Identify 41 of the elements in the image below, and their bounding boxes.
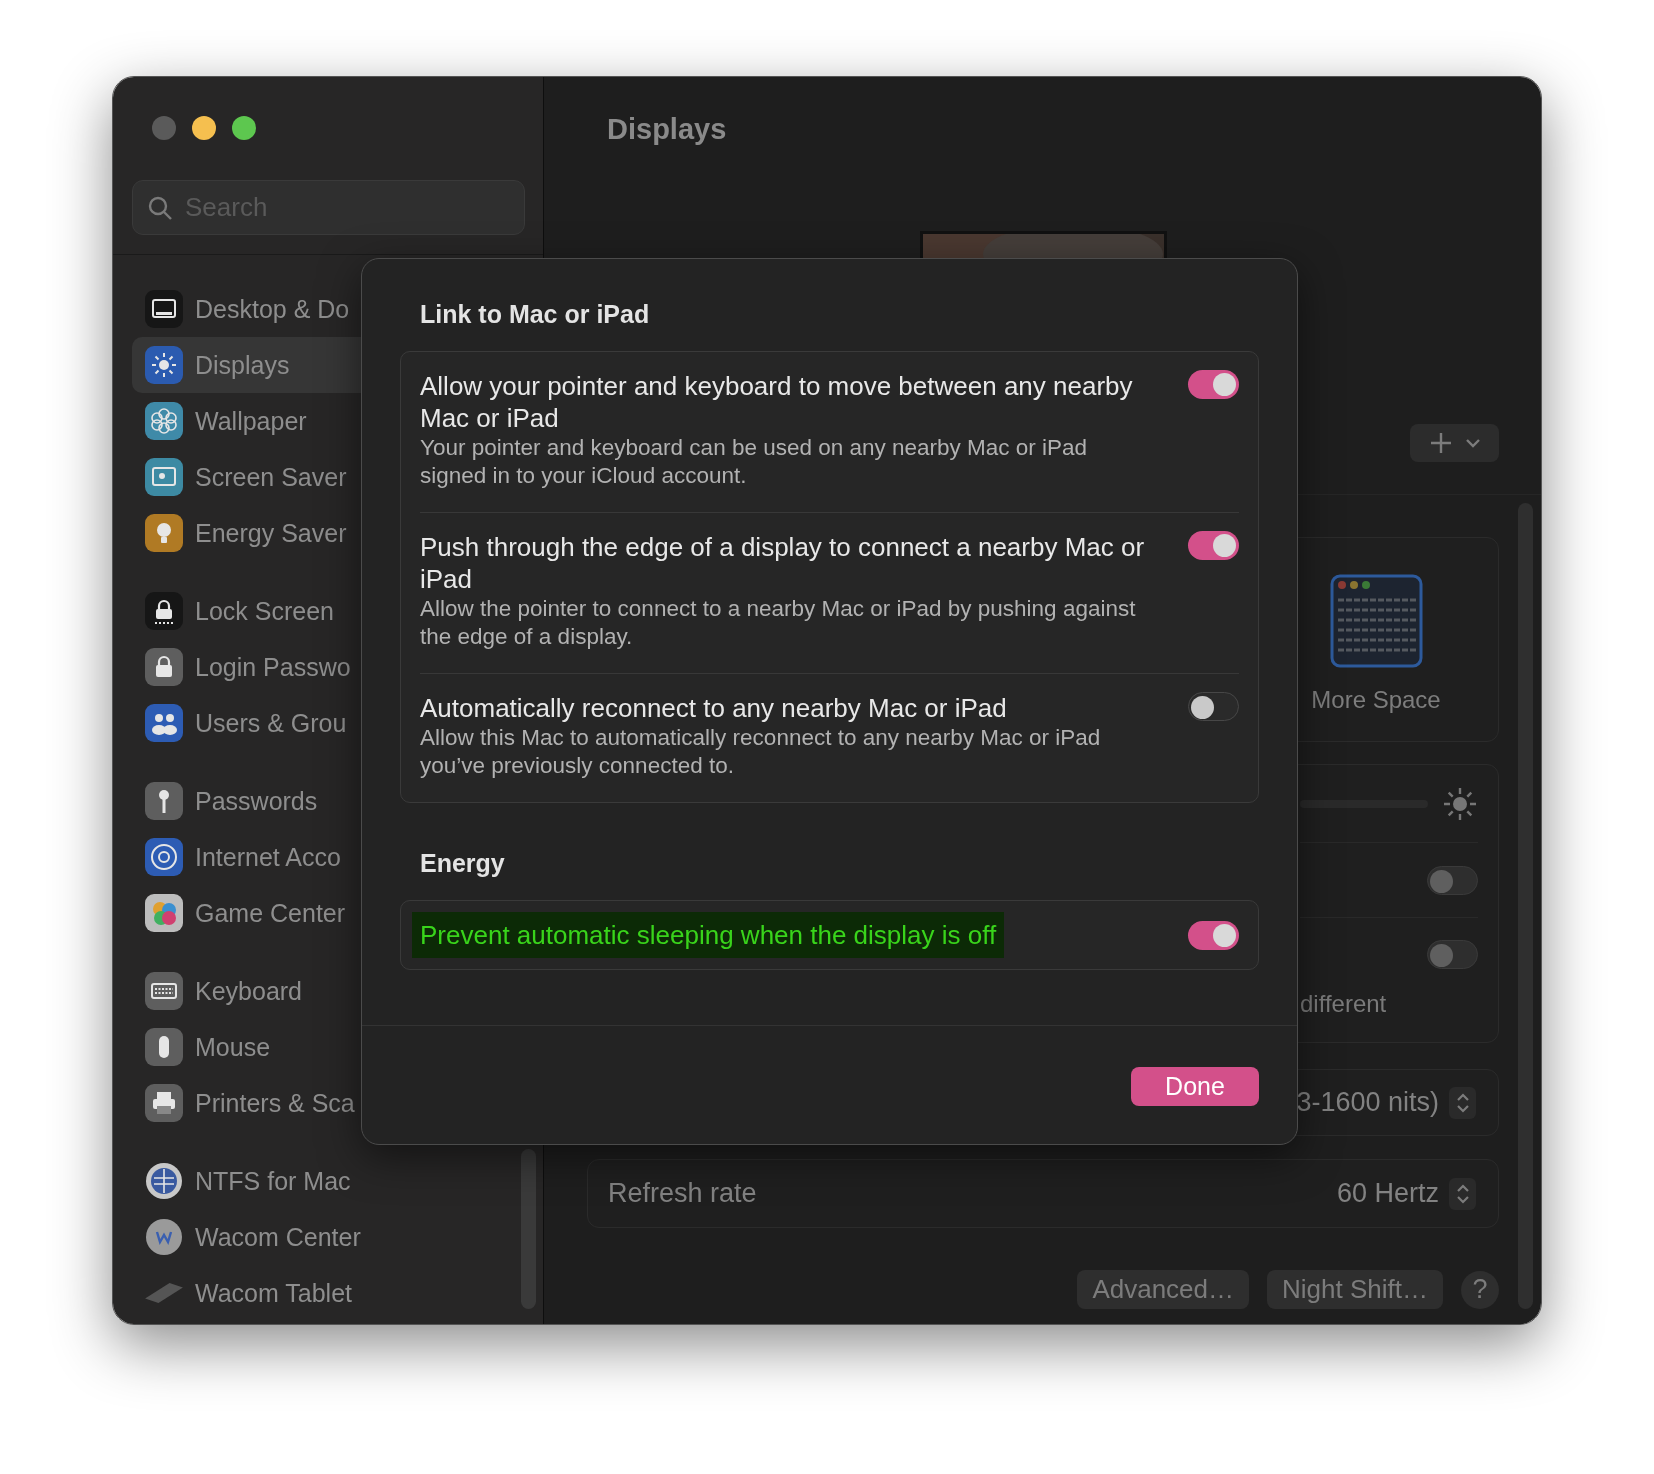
- toggle-switch[interactable]: [1427, 865, 1478, 895]
- stepper-icon[interactable]: [1449, 1177, 1476, 1210]
- zoom-button[interactable]: [232, 116, 256, 140]
- option-label[interactable]: More Space: [1311, 686, 1441, 714]
- sidebar-item[interactable]: Printers & Sca: [132, 1075, 543, 1131]
- sidebar-item[interactable]: Keyboard: [132, 963, 543, 1019]
- highlighted-setting-label: Prevent automatic sleeping when the display is off: [412, 912, 1005, 958]
- done-button[interactable]: Done: [1131, 1067, 1259, 1106]
- sun-icon: [1442, 785, 1478, 822]
- add-display-button[interactable]: [1410, 424, 1499, 462]
- setting-description: Allow the pointer to connect to a nearby Mac or iPad by pushing against the edge of a display.: [420, 595, 1137, 651]
- scrollbar[interactable]: [521, 1149, 536, 1309]
- minimize-button[interactable]: [192, 116, 216, 140]
- setting-label: Refresh rate: [608, 1178, 758, 1209]
- plus-icon: [1429, 432, 1452, 454]
- stepper-icon[interactable]: [1449, 1086, 1476, 1119]
- sidebar-item[interactable]: Mouse: [132, 1019, 543, 1075]
- help-button[interactable]: ?: [1461, 1270, 1499, 1309]
- sidebar-item[interactable]: NTFS for Mac: [132, 1153, 543, 1209]
- settings-button[interactable]: Advanced…: [1077, 1270, 1250, 1309]
- sidebar-item[interactable]: Wacom Tablet: [132, 1265, 543, 1321]
- sidebar-item[interactable]: Wacom Center: [132, 1209, 543, 1265]
- setting-label: Push through the edge of a display to connect a nearby Mac or iPad: [420, 531, 1145, 595]
- setting-description: Allow this Mac to automatically reconnect to any nearby Mac or iPad you’ve previously connected to.: [420, 724, 1102, 780]
- chevron-down-icon: [1465, 438, 1480, 448]
- setting-value: 60 Hertz: [1336, 1178, 1439, 1209]
- setting-value: 3-1600 nits): [1296, 1087, 1439, 1118]
- settings-button[interactable]: Night Shift…: [1267, 1270, 1443, 1309]
- section-heading: Link to Mac or iPad: [419, 299, 651, 330]
- search-icon: [147, 194, 173, 221]
- toggle-switch[interactable]: [1188, 920, 1239, 950]
- toggle-switch[interactable]: [1427, 939, 1478, 969]
- setting-description: Your pointer and keyboard can be used on any nearby Mac or iPad signed in to your iCloud account.: [420, 434, 1089, 490]
- toggle-switch[interactable]: [1188, 370, 1239, 399]
- close-button[interactable]: [152, 116, 176, 140]
- toggle-switch[interactable]: [1188, 531, 1239, 560]
- window-title: Displays: [606, 112, 728, 147]
- setting-label: Automatically reconnect to any nearby Mac or iPad: [420, 692, 1008, 724]
- toggle-switch[interactable]: [1188, 692, 1239, 721]
- setting-label: different: [1300, 990, 1388, 1019]
- section-heading: Energy: [419, 848, 506, 879]
